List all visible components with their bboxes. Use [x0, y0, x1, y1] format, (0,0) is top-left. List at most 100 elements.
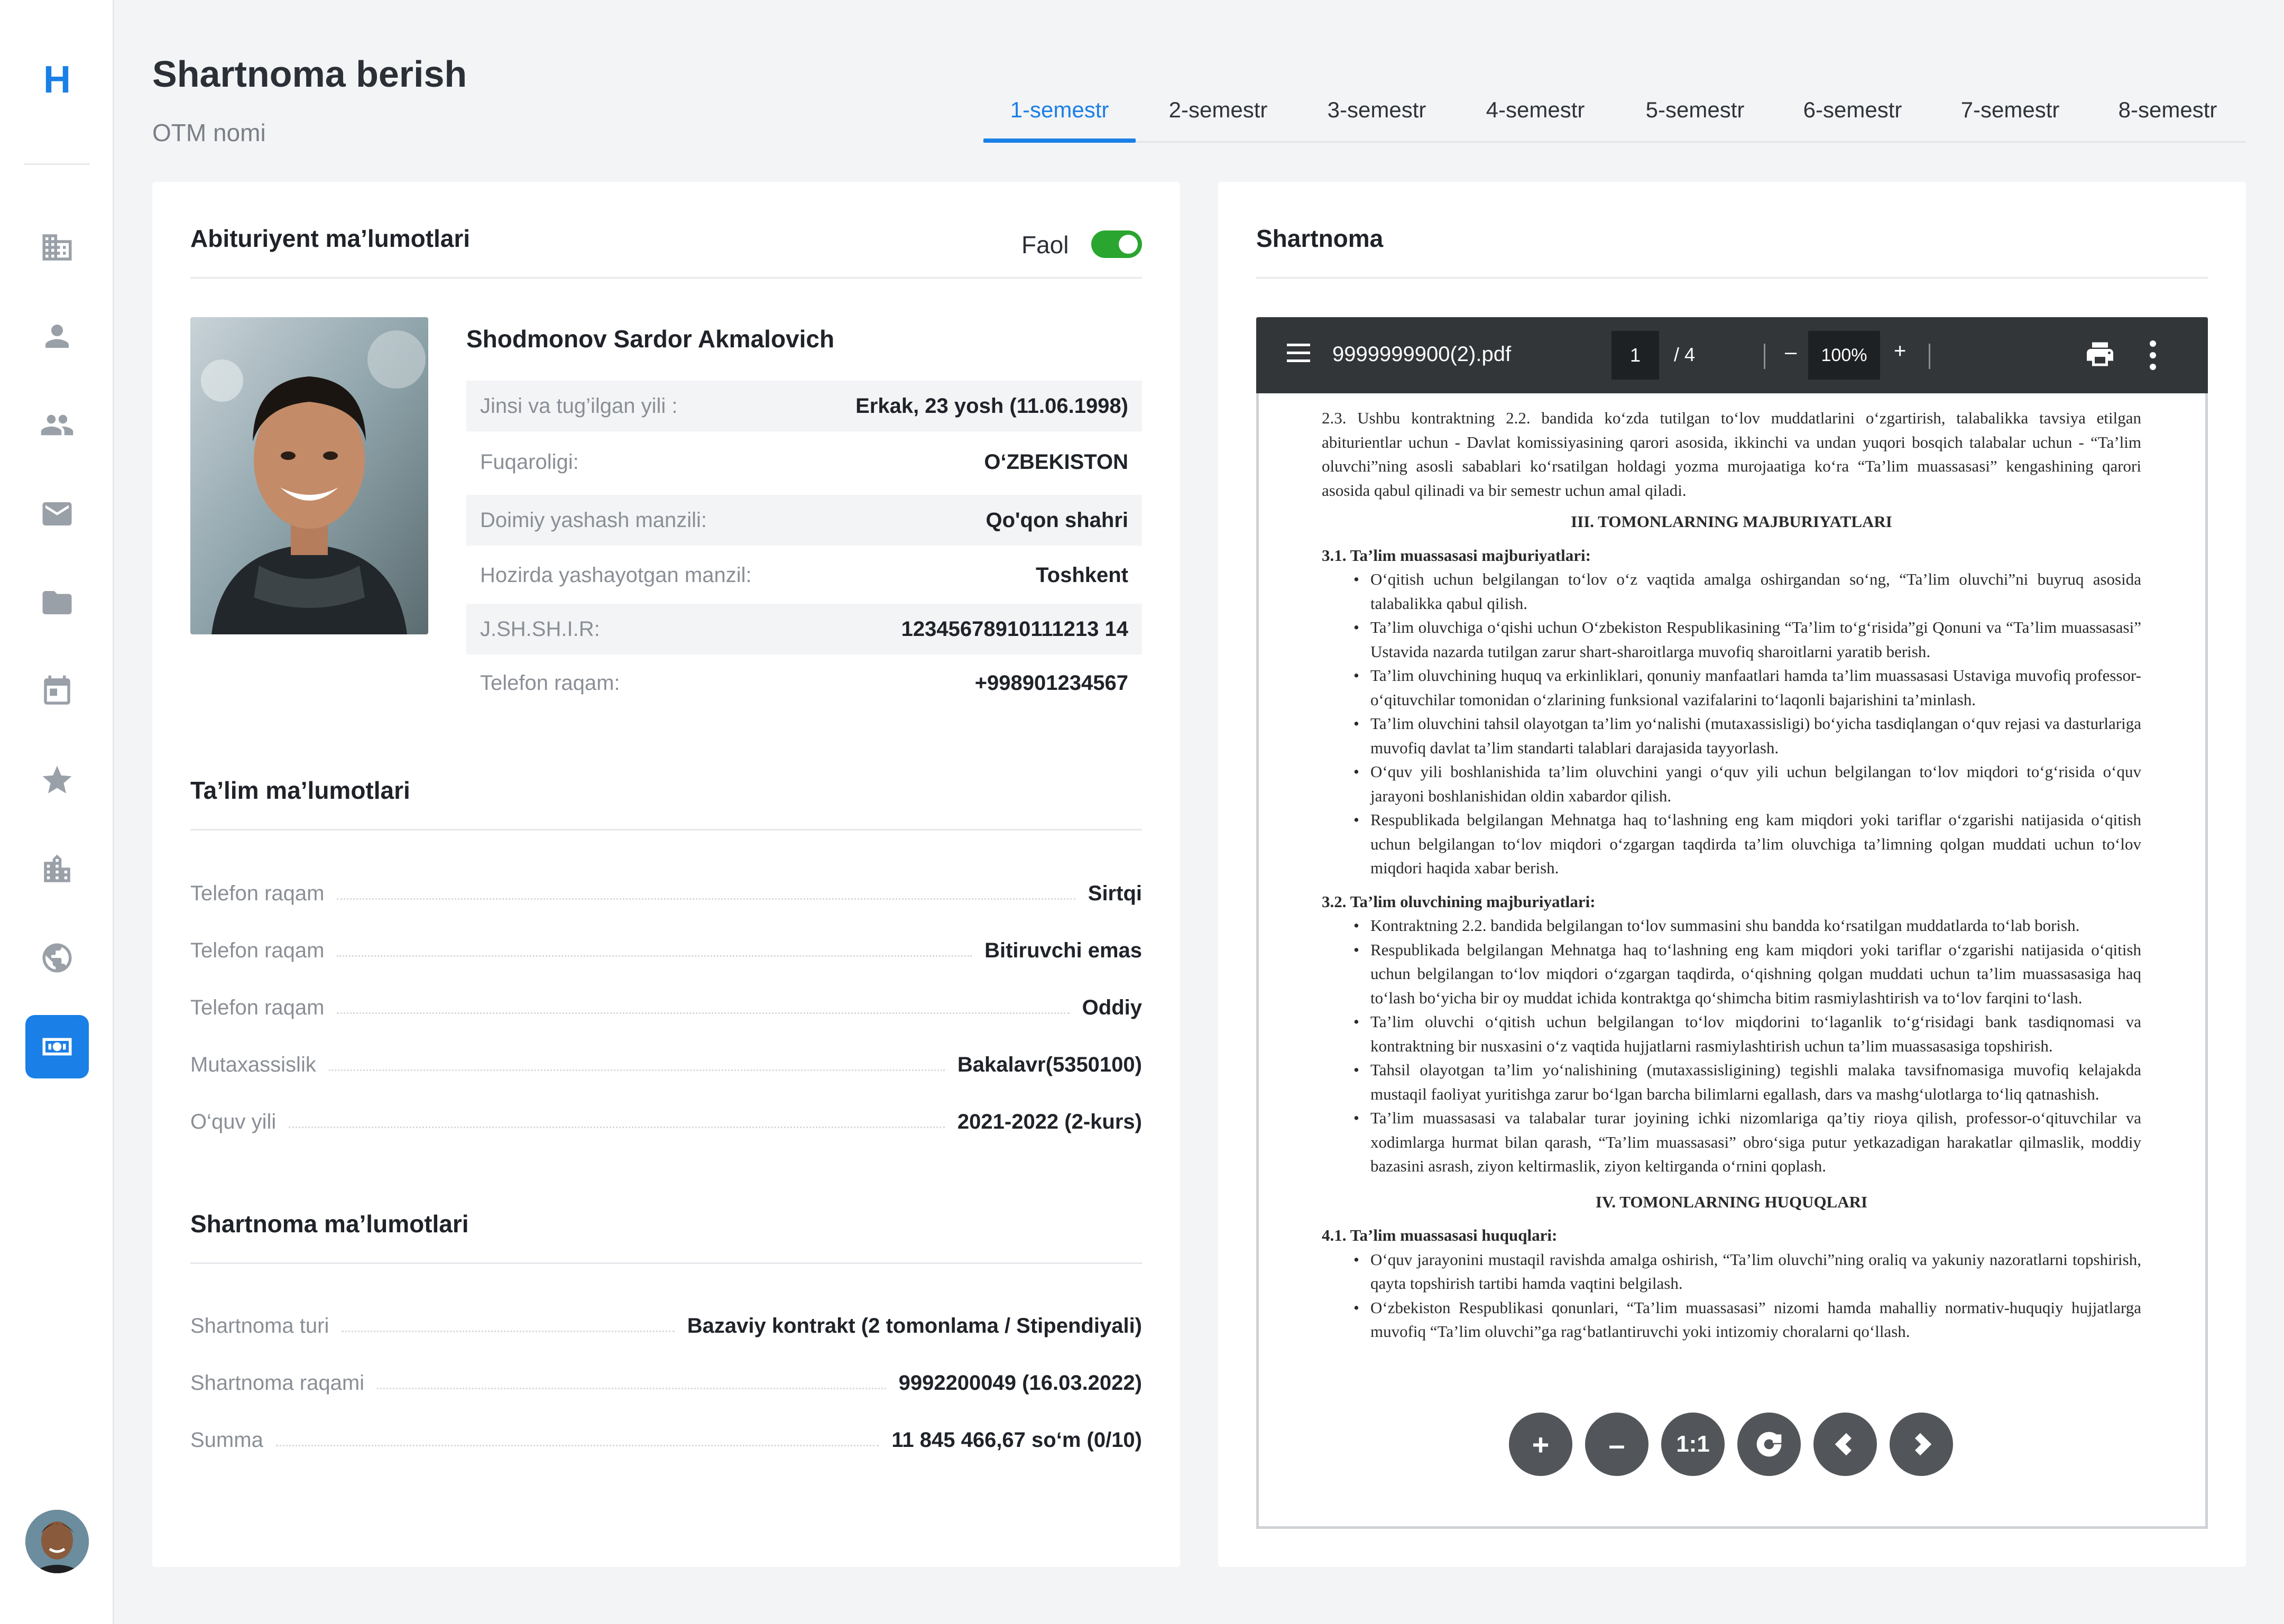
tab-semester-6[interactable]: 6-semestr [1776, 97, 1929, 123]
info-label: Jinsi va tug’ilgan yili : [480, 394, 678, 418]
status-label: Faol [1021, 231, 1069, 259]
row-label: Summa [190, 1428, 263, 1452]
document-card: Shartnoma 9999999900(2).pdf 1 / 4 – 100%… [1218, 182, 2246, 1567]
tab-semester-4[interactable]: 4-semestr [1459, 97, 1611, 123]
info-value: Toshkent [1036, 563, 1128, 587]
person-icon [45, 325, 69, 348]
rotate-icon[interactable] [1737, 1413, 1801, 1476]
dotted-leader [337, 898, 1075, 900]
doc-subheading: 3.2. Ta’lim oluvchining majburiyatlari: [1322, 892, 1596, 911]
applicant-photo [190, 317, 428, 634]
sidebar-item-contracts[interactable] [25, 1015, 89, 1078]
mail-icon [42, 502, 72, 525]
education-row: Telefon raqam Sirtqi [190, 876, 1142, 910]
sidebar-item-messages[interactable] [25, 482, 89, 546]
actual-size-icon[interactable]: 1:1 [1661, 1413, 1725, 1476]
doc-paragraph: 2.3. Ushbu kontraktning 2.2. bandida ko‘… [1322, 409, 2141, 500]
sidebar-item-user[interactable] [25, 304, 89, 368]
row-value: 9992200049 (16.03.2022) [898, 1371, 1142, 1395]
info-label: Telefon raqam: [480, 671, 620, 695]
zoom-level-input[interactable]: 100% [1808, 331, 1880, 380]
applicant-section-title: Abituriyent ma’lumotlari [190, 225, 471, 252]
sidebar-item-institutions[interactable] [25, 837, 89, 901]
toggle-knob [1119, 235, 1138, 254]
toolbar-separator [1929, 344, 1930, 369]
row-value: Bazaviy kontrakt (2 tomonlama / Stipendi… [687, 1314, 1142, 1337]
row-label: Shartnoma raqami [190, 1371, 365, 1395]
info-value: Erkak, 23 yosh (11.06.1998) [855, 394, 1128, 418]
info-row-current-address: Hozirda yashayotgan manzil: Toshkent [466, 550, 1142, 601]
info-value: +998901234567 [974, 671, 1128, 695]
active-tab-indicator [983, 139, 1136, 143]
dotted-leader [328, 1069, 945, 1071]
toolbar-separator [1764, 344, 1765, 369]
doc-subheading: 4.1. Ta’lim muassasasi huquqlari: [1322, 1226, 1558, 1244]
doc-list-item: Ta’lim oluvchi o‘qitish uchun belgilanga… [1322, 1010, 2141, 1058]
tab-semester-8[interactable]: 8-semestr [2092, 97, 2244, 123]
payments-icon [42, 1038, 72, 1056]
page-title: Shartnoma berish [152, 53, 467, 95]
sidebar-item-organizations[interactable] [25, 216, 89, 279]
pdf-page-content: 2.3. Ushbu kontraktning 2.2. bandida ko‘… [1322, 406, 2141, 1516]
building-icon [42, 234, 72, 261]
row-value: 2021-2022 (2-kurs) [957, 1110, 1142, 1133]
info-row-citizenship: Fuqaroligi: O‘ZBEKISTON [466, 437, 1142, 487]
row-label: Mutaxassislik [190, 1053, 316, 1076]
page-total: / 4 [1674, 344, 1696, 365]
zoom-in-icon[interactable]: + [1509, 1413, 1572, 1476]
user-avatar[interactable] [25, 1510, 89, 1573]
pdf-filename: 9999999900(2).pdf [1332, 343, 1512, 366]
tab-semester-5[interactable]: 5-semestr [1619, 97, 1771, 123]
dotted-leader [275, 1444, 879, 1446]
info-label: Fuqaroligi: [480, 450, 579, 474]
info-label: J.SH.SH.I.R: [480, 617, 600, 641]
doc-list: O‘quv jarayonini mustaqil ravishda amalg… [1322, 1248, 2141, 1344]
contract-row: Summa 11 845 466,67 so‘m (0/10) [190, 1423, 1142, 1457]
info-row-pinfl: J.SH.SH.I.R: 12345678910111213 14 [466, 604, 1142, 654]
zoom-out-icon[interactable]: – [1585, 1413, 1648, 1476]
office-building-icon [44, 854, 70, 882]
page-subtitle: OTM nomi [152, 119, 266, 146]
sidebar-item-regions[interactable] [25, 926, 89, 990]
info-row-permanent-address: Doimiy yashash manzili: Qo'qon shahri [466, 495, 1142, 546]
doc-list-item: O‘quv jarayonini mustaqil ravishda amalg… [1322, 1248, 2141, 1296]
tab-semester-2[interactable]: 2-semestr [1142, 97, 1294, 123]
print-icon[interactable] [2083, 338, 2117, 370]
sidebar-item-calendar[interactable] [25, 660, 89, 723]
doc-list-item: Respublikada belgilangan Mehnatga haq to… [1322, 808, 2141, 880]
dotted-leader [342, 1330, 675, 1332]
page-number-input[interactable]: 1 [1611, 331, 1659, 380]
zoom-in-button[interactable]: + [1894, 339, 1906, 363]
zoom-out-button[interactable]: – [1785, 340, 1797, 364]
next-page-icon[interactable] [1890, 1413, 1953, 1476]
doc-heading: III. TOMONLARNING MAJBURIYATLARI [1571, 512, 1892, 531]
doc-list-item: Respublikada belgilangan Mehnatga haq to… [1322, 938, 2141, 1010]
previous-page-icon[interactable] [1813, 1413, 1877, 1476]
sidebar-item-files[interactable] [25, 571, 89, 634]
contract-row: Shartnoma raqami 9992200049 (16.03.2022) [190, 1366, 1142, 1400]
contract-row: Shartnoma turi Bazaviy kontrakt (2 tomonl… [190, 1309, 1142, 1343]
info-row-gender-birth: Jinsi va tug’ilgan yili : Erkak, 23 yosh… [466, 381, 1142, 431]
avatar-image [25, 1510, 89, 1573]
people-icon [41, 414, 73, 436]
sidebar-item-users[interactable] [25, 393, 89, 457]
menu-icon[interactable] [1287, 344, 1310, 367]
doc-list-item: Ta’lim muassasasi va talabalar turar joy… [1322, 1106, 2141, 1178]
sidebar: H [0, 0, 114, 1624]
row-value: 11 845 466,67 so‘m (0/10) [891, 1428, 1142, 1452]
photo-image [190, 317, 428, 634]
row-value: Oddiy [1082, 995, 1142, 1019]
app-logo[interactable]: H [0, 58, 114, 102]
more-options-icon[interactable] [2150, 340, 2157, 370]
doc-list-item: Tahsil olayotgan ta’lim yo‘nalishining (… [1322, 1058, 2141, 1106]
status-toggle[interactable] [1091, 230, 1142, 258]
doc-heading: IV. TOMONLARNING HUQUQLARI [1595, 1192, 1868, 1211]
tab-semester-1[interactable]: 1-semestr [983, 97, 1136, 123]
sidebar-item-favorites[interactable] [25, 749, 89, 812]
tab-semester-3[interactable]: 3-semestr [1301, 97, 1453, 123]
dotted-leader [289, 1126, 945, 1128]
info-value: Qo'qon shahri [986, 508, 1128, 532]
info-value: O‘ZBEKISTON [984, 450, 1128, 474]
globe-icon [42, 943, 72, 973]
tab-semester-7[interactable]: 7-semestr [1934, 97, 2086, 123]
